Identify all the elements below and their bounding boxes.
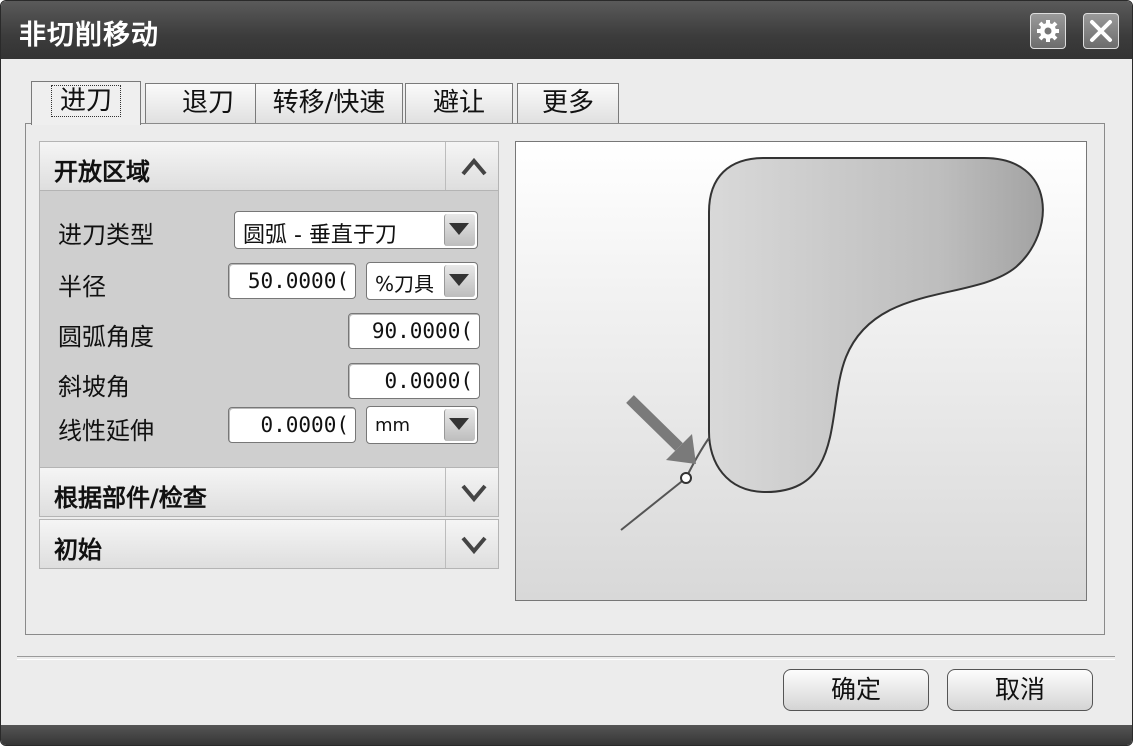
close-icon [1090, 20, 1112, 42]
window-bottom-edge [1, 725, 1132, 745]
start-point [680, 472, 692, 484]
group-by-part-check[interactable]: 根据部件/检查 [39, 467, 499, 517]
entry-type-value: 圆弧 - 垂直于刀 [243, 223, 397, 248]
settings-button[interactable] [1030, 13, 1066, 49]
divider [445, 520, 446, 568]
dialog-window: 非切削移动 进刀 退刀 转移/快速 避让 更多 开放区域 进刀类型 圆弧 - 垂… [0, 0, 1133, 746]
arc-angle-input[interactable]: 90.0000( [348, 313, 480, 349]
linear-extension-value: 0.0000( [260, 413, 349, 437]
tab-more[interactable]: 更多 [517, 83, 619, 123]
linear-extension-unit-value: mm [375, 415, 411, 436]
entry-type-label: 进刀类型 [58, 221, 154, 249]
linear-extension-input[interactable]: 0.0000( [228, 407, 356, 443]
tab-exit[interactable]: 退刀 [145, 83, 271, 123]
ramp-angle-label: 斜坡角 [58, 373, 130, 401]
cancel-button[interactable]: 取消 [947, 669, 1093, 711]
arc-angle-value: 90.0000( [371, 319, 473, 343]
group-open-area-body: 进刀类型 圆弧 - 垂直于刀 半径 50.0000( %刀具 圆弧角度 90.0… [39, 191, 499, 467]
entry-line [620, 477, 687, 531]
close-button[interactable] [1083, 13, 1119, 49]
radius-unit-value: %刀具 [375, 272, 435, 296]
group-title: 开放区域 [54, 158, 150, 186]
chevron-down-icon[interactable] [460, 534, 488, 556]
title-bar[interactable]: 非切削移动 [1, 1, 1132, 59]
group-open-area[interactable]: 开放区域 [39, 141, 499, 191]
radius-value: 50.0000( [247, 269, 349, 293]
gear-icon [1037, 20, 1059, 42]
linear-extension-label: 线性延伸 [58, 417, 154, 445]
dropdown-button[interactable] [444, 214, 475, 246]
chevron-up-icon[interactable] [460, 156, 488, 178]
dropdown-button[interactable] [444, 265, 475, 297]
radius-unit-select[interactable]: %刀具 [366, 262, 478, 300]
dropdown-arrow-icon [449, 418, 469, 430]
tab-entry[interactable]: 进刀 [31, 81, 141, 125]
group-title: 根据部件/检查 [54, 484, 207, 512]
ramp-angle-value: 0.0000( [384, 369, 473, 393]
preview-image [515, 141, 1087, 601]
radius-input[interactable]: 50.0000( [228, 263, 356, 299]
group-initial[interactable]: 初始 [39, 519, 499, 569]
direction-arrow-icon [626, 395, 696, 464]
settings-panel: 开放区域 进刀类型 圆弧 - 垂直于刀 半径 50.0000( %刀具 圆弧角度… [39, 141, 499, 573]
footer-divider [17, 656, 1115, 660]
divider [445, 468, 446, 516]
dialog-title: 非切削移动 [19, 20, 159, 51]
ramp-angle-input[interactable]: 0.0000( [348, 363, 480, 399]
dropdown-button[interactable] [444, 409, 475, 441]
arc-angle-label: 圆弧角度 [58, 323, 154, 351]
linear-extension-unit-select[interactable]: mm [366, 406, 478, 444]
entry-type-select[interactable]: 圆弧 - 垂直于刀 [234, 211, 478, 249]
chevron-down-icon[interactable] [460, 482, 488, 504]
dropdown-arrow-icon [449, 223, 469, 235]
dropdown-arrow-icon [449, 274, 469, 286]
divider [445, 142, 446, 190]
entry-arc-diagram [620, 157, 1044, 531]
radius-label: 半径 [58, 273, 106, 301]
tab-avoidance[interactable]: 避让 [405, 83, 513, 123]
tab-label: 进刀 [50, 85, 121, 117]
tab-transfer-rapid[interactable]: 转移/快速 [255, 83, 403, 123]
group-title: 初始 [54, 536, 102, 564]
ok-button[interactable]: 确定 [783, 669, 929, 711]
part-shape [708, 157, 1044, 494]
